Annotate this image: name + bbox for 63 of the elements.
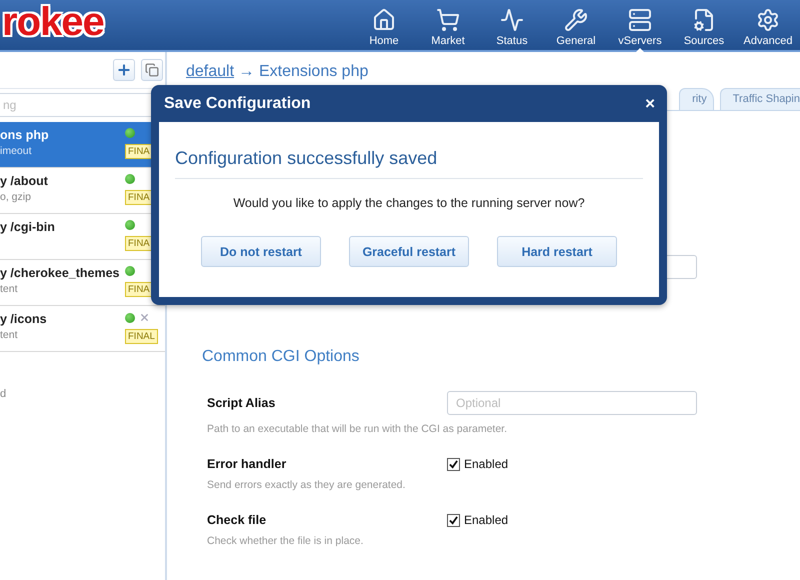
help-text: Check whether the file is in place. [207,535,364,547]
rule-title: ons php [0,128,49,142]
rule-subtitle: tent [0,283,19,295]
breadcrumb-current: Extensions php [258,63,368,80]
nav-item[interactable]: Status [480,0,544,50]
add-button[interactable] [113,59,135,81]
dialog-title: Save Configuration [164,94,311,112]
final-badge: FINA [125,282,153,297]
checkmark-icon [449,516,458,524]
pulse-icon [500,8,524,32]
logo-text: rokee [2,2,104,42]
nav-item[interactable]: Home [352,0,416,50]
checkbox[interactable] [447,458,460,470]
rule-subtitle: o, gzip [0,191,32,203]
status-dot [125,312,135,322]
status-dot [125,266,135,276]
script-alias-field[interactable]: Optional [447,391,697,415]
nav-item[interactable]: General [544,0,608,50]
cart-icon [436,8,460,32]
status-dot [125,174,135,184]
help-text: Path to an executable that will be run with the CGI as parameter. [207,423,508,435]
status-dot [125,128,135,138]
servers-icon [628,8,652,32]
rule-subtitle: imeout [0,145,33,157]
nav-item[interactable]: vServers [608,0,672,50]
nav-item[interactable]: Sources [672,0,736,50]
nav-item[interactable]: Market [416,0,480,50]
section-title: Common CGI Options [202,348,360,366]
breadcrumb-link[interactable]: default [186,63,234,80]
checkmark-icon [449,460,458,468]
sidebar-text: d [0,387,8,400]
status-dot [125,220,135,230]
rule-title: y /icons [0,312,47,326]
plus-icon [116,62,132,78]
rule-title: y /about [0,174,48,188]
nav-item[interactable]: Advanced [736,0,800,50]
breadcrumb-arrow: → [238,63,256,80]
restart-button[interactable]: Hard restart [497,236,617,267]
copy-button[interactable] [141,59,163,81]
final-badge: FINA [125,190,153,205]
checkbox-label: Enabled [464,513,508,527]
checkbox[interactable] [447,514,460,526]
rule-title: y /cgi-bin [0,220,55,234]
house-icon [372,8,396,32]
final-badge: FINA [125,236,153,251]
final-badge: FINAL [125,329,158,344]
wrench-icon [564,8,588,32]
gear-icon [756,8,780,32]
option-label: Script Alias [207,396,276,410]
checkbox-label: Enabled [464,457,508,471]
help-text: Send errors exactly as they are generated. [207,479,406,491]
copy-icon [145,63,159,77]
restart-button[interactable]: Do not restart [201,236,321,267]
final-badge: FINA [125,144,153,159]
dialog-question: Would you like to apply the changes to the running server now? [232,196,586,210]
close-button[interactable]: × [645,95,655,112]
document-gear-icon [692,8,716,32]
option-label: Check file [207,513,268,527]
rule-subtitle: tent [0,329,19,341]
rule-title: y /cherokee_themes [0,266,120,280]
dialog-heading: Configuration successfully saved [175,122,643,179]
option-label: Error handler [207,457,288,471]
restart-button[interactable]: Graceful restart [349,236,469,267]
